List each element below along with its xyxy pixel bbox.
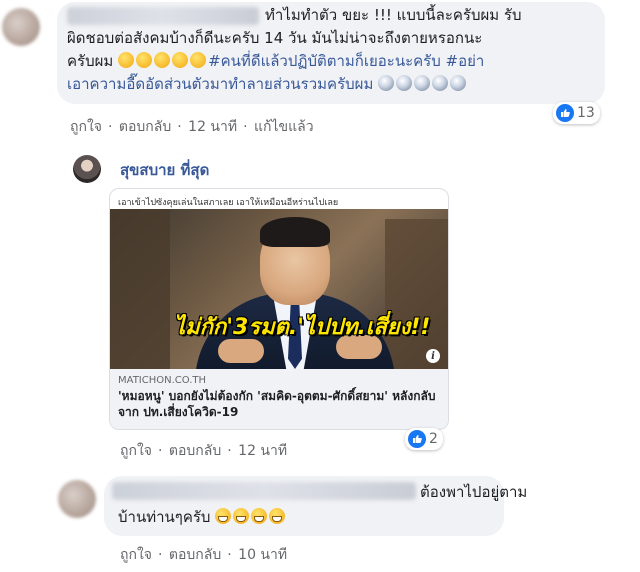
separator: · [243, 119, 248, 135]
tired-face-emoji [172, 52, 189, 68]
reply-link[interactable]: ตอบกลับ [169, 443, 221, 459]
timestamp-link[interactable]: 12 นาที [188, 119, 237, 135]
background-shelf [385, 219, 448, 369]
comment-text-line: ทำไมทำตัว ขยะ !!! แบบนี้ละครับผม รับ [265, 6, 522, 24]
screaming-face-emoji [432, 75, 449, 91]
comment-text: ครับผม [67, 52, 114, 70]
link-preview-card[interactable]: เอาเข้าไปซังคุยเล่นในสภาเลย เอาให้เหมือน… [109, 188, 449, 430]
comment-text-line: ต้องพาไปอยู่ตาม [420, 483, 528, 501]
hashtag-link[interactable]: #คนที่ดีแล้วปฏิบัติตามก็เยอะนะครับ #อย่า [208, 52, 484, 70]
separator: · [158, 547, 163, 563]
comment-text: บ้านท่านๆครับ [118, 508, 211, 526]
like-link[interactable]: ถูกใจ [120, 547, 152, 563]
person-hair [260, 217, 330, 247]
info-icon[interactable]: i [426, 349, 440, 363]
reaction-counter[interactable]: 2 [405, 428, 443, 450]
tired-face-emoji [118, 52, 135, 68]
separator: · [108, 119, 113, 135]
like-link[interactable]: ถูกใจ [70, 119, 102, 135]
screaming-face-emoji [396, 75, 413, 91]
reply-link[interactable]: ตอบกลับ [119, 119, 171, 135]
tired-face-emoji [190, 52, 207, 68]
comment-bubble: ทำไมทำตัว ขยะ !!! แบบนี้ละครับผม รับ ผิด… [57, 2, 605, 104]
separator: · [227, 443, 232, 459]
card-meta[interactable]: MATICHON.CO.TH 'หมอหนู' บอกยังไม่ต้องกัก… [110, 369, 448, 429]
reply-link[interactable]: ตอบกลับ [169, 547, 221, 563]
commenter-name[interactable]: สุขสบาย ที่สุด [120, 158, 209, 182]
screaming-face-emoji [414, 75, 431, 91]
screaming-face-emoji [450, 75, 467, 91]
commenter-avatar[interactable] [73, 155, 101, 183]
like-link[interactable]: ถูกใจ [120, 443, 152, 459]
card-image[interactable]: ไม่กัก'3รมต.'ไปปท.เสี่ยง!! i [110, 209, 448, 369]
comment-actions: ถูกใจ · ตอบกลับ · 12 นาที [120, 440, 289, 462]
card-title[interactable]: 'หมอหนู' บอกยังไม่ต้องกัก 'สมคิด-อุตตม-ศ… [118, 388, 442, 420]
grinning-face-emoji [233, 508, 250, 524]
like-icon [408, 430, 426, 448]
comment-bubble: ต้องพาไปอยู่ตาม บ้านท่านๆครับ [104, 476, 527, 536]
commenter-name-blurred[interactable] [112, 482, 416, 500]
separator: · [227, 547, 232, 563]
comment-text-line: ครับผม #คนที่ดีแล้วปฏิบัติตามก็เยอะนะครั… [67, 51, 484, 72]
comment-text-line: ผิดชอบต่อสังคมบ้างก็ดีนะครับ 14 วัน มันไ… [67, 29, 483, 47]
grinning-face-emoji [251, 508, 268, 524]
reaction-count: 13 [577, 105, 595, 121]
card-caption: เอาเข้าไปซังคุยเล่นในสภาเลย เอาให้เหมือน… [118, 198, 339, 208]
timestamp-link[interactable]: 10 นาที [238, 547, 287, 563]
image-headline: ไม่กัก'3รมต.'ไปปท.เสี่ยง!! [174, 315, 431, 340]
commenter-avatar[interactable] [2, 8, 40, 46]
hashtag-link[interactable]: เอาความอี๊ดอัดส่วนตัวมาทำลายส่วนรวมครับผ… [67, 75, 373, 93]
card-domain: MATICHON.CO.TH [118, 375, 207, 386]
screaming-face-emoji [378, 75, 395, 91]
comment-text-line: เอาความอี๊ดอัดส่วนตัวมาทำลายส่วนรวมครับผ… [67, 74, 468, 95]
separator: · [158, 443, 163, 459]
grinning-face-emoji [269, 508, 286, 524]
commenter-avatar[interactable] [58, 480, 96, 518]
tired-face-emoji [154, 52, 171, 68]
edited-label[interactable]: แก้ไขแล้ว [254, 119, 314, 135]
tired-face-emoji [136, 52, 153, 68]
comment-text-line: บ้านท่านๆครับ [118, 507, 287, 528]
reaction-count: 2 [429, 431, 438, 447]
background-shelf [110, 209, 170, 369]
separator: · [177, 119, 182, 135]
timestamp-link[interactable]: 12 นาที [238, 443, 287, 459]
reaction-counter[interactable]: 13 [553, 102, 600, 124]
comment-actions: ถูกใจ · ตอบกลับ · 12 นาที · แก้ไขแล้ว [70, 116, 316, 138]
grinning-face-emoji [215, 508, 232, 524]
comment-actions: ถูกใจ · ตอบกลับ · 10 นาที [120, 544, 289, 566]
like-icon [556, 104, 574, 122]
commenter-name-blurred[interactable] [67, 7, 259, 25]
